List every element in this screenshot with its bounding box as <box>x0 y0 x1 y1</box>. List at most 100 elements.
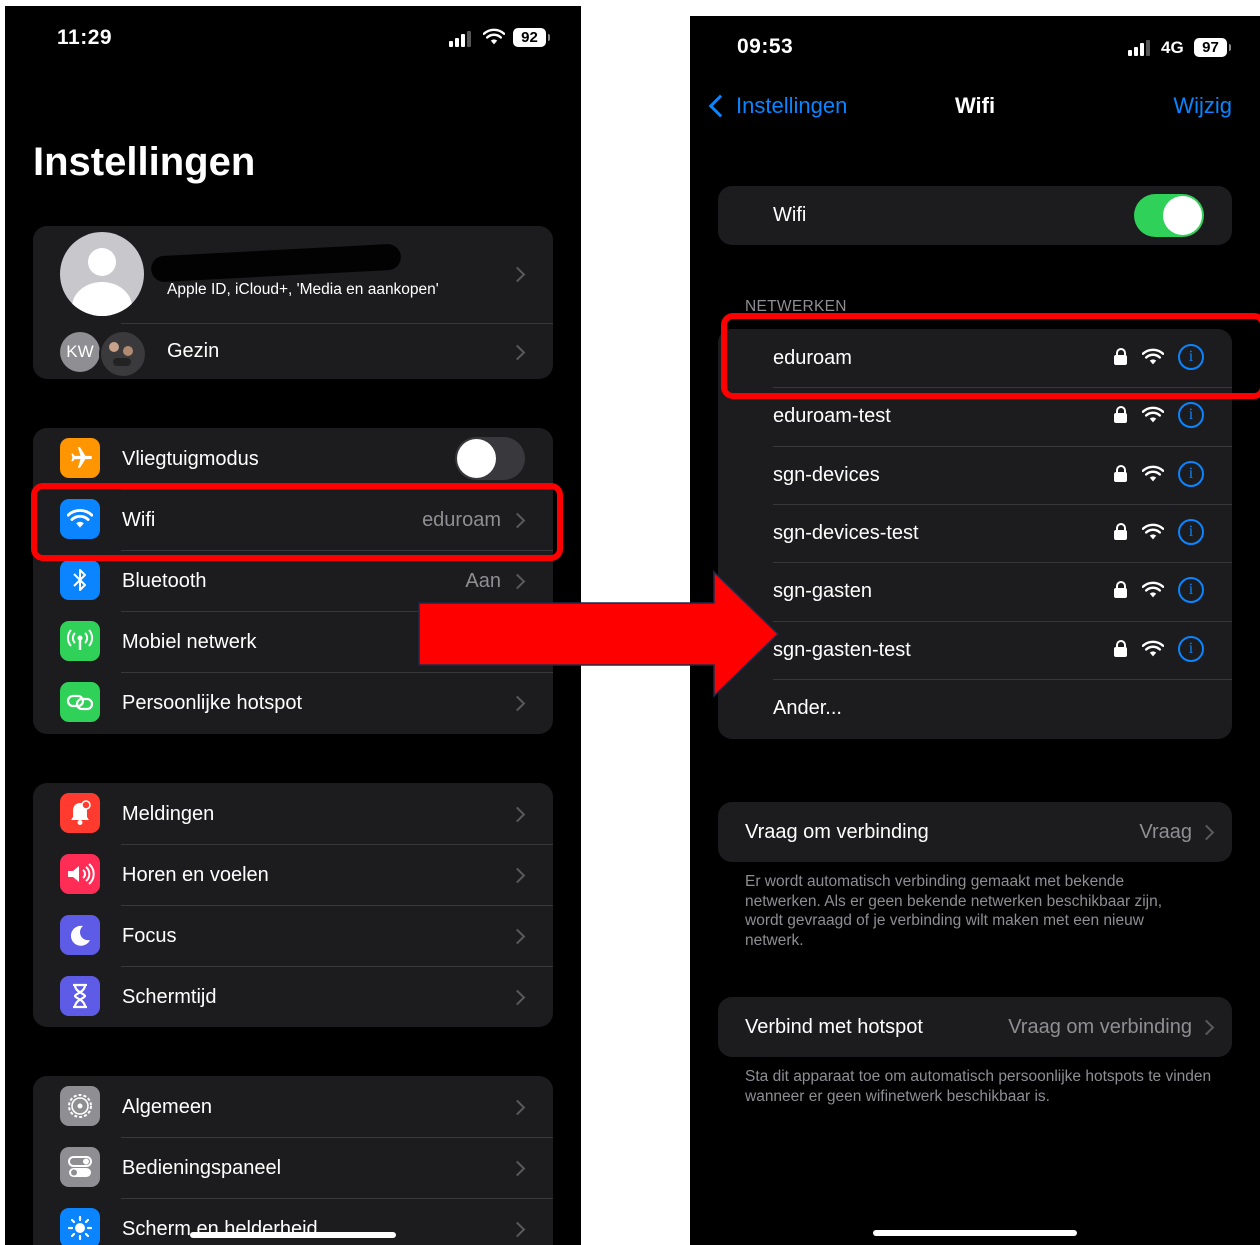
airplane-mode-toggle[interactable] <box>455 437 525 480</box>
family-row[interactable]: KW Gezin <box>33 323 553 379</box>
moon-icon <box>60 915 100 955</box>
page-title: Instellingen <box>33 140 256 184</box>
redacted-name <box>150 243 402 283</box>
general-label: Algemeen <box>122 1096 213 1118</box>
bluetooth-icon <box>60 560 100 600</box>
network-row[interactable]: sgn-devices-test i <box>718 504 1232 562</box>
notifications-group: Meldingen Horen en voelen Focus Schermti… <box>33 783 553 1027</box>
airplane-mode-row: Vliegtuigmodus <box>33 428 553 489</box>
lock-icon <box>1114 464 1127 482</box>
chevron-right-icon <box>509 806 526 823</box>
wifi-toggle[interactable] <box>1134 194 1204 237</box>
auto-hotspot-group[interactable]: Verbind met hotspot Vraag om verbinding <box>718 997 1232 1057</box>
apple-id-row[interactable]: Apple ID, iCloud+, 'Media en aankopen' <box>33 226 553 323</box>
general-group: Algemeen Bedieningspaneel Scherm en held… <box>33 1076 553 1245</box>
chevron-right-icon <box>509 266 526 283</box>
battery-indicator: 97 <box>1194 38 1231 57</box>
network-name: sgn-devices <box>773 463 880 486</box>
family-photo-avatar <box>99 330 147 378</box>
wifi-signal-icon <box>1142 640 1164 656</box>
info-icon[interactable]: i <box>1178 402 1204 429</box>
focus-row[interactable]: Focus <box>33 905 553 966</box>
wifi-signal-icon <box>1142 523 1164 540</box>
screen-time-label: Schermtijd <box>122 986 217 1008</box>
highlight-eduroam-row <box>721 313 1260 399</box>
screen-time-row[interactable]: Schermtijd <box>33 966 553 1027</box>
chevron-right-icon <box>509 1099 526 1116</box>
chevron-right-icon <box>1198 824 1215 841</box>
lock-icon <box>1114 522 1127 540</box>
ask-join-group[interactable]: Vraag om verbinding Vraag <box>718 802 1232 862</box>
network-name: sgn-gasten <box>773 580 872 603</box>
cellular-signal-icon <box>1128 40 1150 56</box>
ask-join-label: Vraag om verbinding <box>745 821 929 843</box>
chevron-right-icon <box>509 989 526 1006</box>
hourglass-icon <box>60 976 100 1016</box>
network-row[interactable]: sgn-devices i <box>718 446 1232 504</box>
airplane-mode-label: Vliegtuigmodus <box>122 448 259 470</box>
chevron-right-icon <box>509 928 526 945</box>
wifi-toggle-group: Wifi <box>718 186 1232 245</box>
account-group: Apple ID, iCloud+, 'Media en aankopen' K… <box>33 226 553 379</box>
antenna-icon <box>60 621 100 661</box>
control-center-label: Bedieningspaneel <box>122 1157 282 1179</box>
network-name: sgn-gasten-test <box>773 638 911 661</box>
wifi-signal-icon <box>1142 406 1164 423</box>
info-icon[interactable]: i <box>1178 518 1204 545</box>
notifications-row[interactable]: Meldingen <box>33 783 553 844</box>
network-row[interactable]: sgn-gasten i <box>718 562 1232 620</box>
sounds-label: Horen en voelen <box>122 864 269 886</box>
highlight-wifi-row <box>31 483 563 561</box>
arrow-right-icon <box>418 570 780 698</box>
hotspot-icon <box>60 682 100 722</box>
info-icon[interactable]: i <box>1178 577 1204 604</box>
notifications-label: Meldingen <box>122 803 215 825</box>
gear-icon <box>60 1086 100 1126</box>
family-avatar: KW <box>60 332 100 372</box>
other-network-label: Ander... <box>773 697 842 719</box>
chevron-right-icon <box>509 1160 526 1177</box>
wifi-status-icon <box>483 28 505 45</box>
control-center-row[interactable]: Bedieningspaneel <box>33 1137 553 1198</box>
network-type: 4G <box>1161 38 1184 57</box>
network-name: eduroam-test <box>773 405 891 428</box>
home-indicator <box>873 1230 1077 1236</box>
sun-icon <box>60 1208 100 1245</box>
general-row[interactable]: Algemeen <box>33 1076 553 1137</box>
ask-join-footer: Er wordt automatisch verbinding gemaakt … <box>745 873 1163 949</box>
wifi-toggle-label: Wifi <box>773 204 807 226</box>
info-icon[interactable]: i <box>1178 460 1204 487</box>
auto-hotspot-footer: Sta dit apparaat toe om automatisch pers… <box>745 1068 1212 1105</box>
network-row[interactable]: sgn-gasten-test i <box>718 621 1232 679</box>
ask-join-value: Vraag <box>1139 821 1192 843</box>
status-time: 11:29 <box>57 26 113 49</box>
chevron-right-icon <box>509 695 526 712</box>
avatar <box>60 232 144 316</box>
chevron-right-icon <box>1198 1019 1215 1036</box>
chevron-right-icon <box>509 1221 526 1238</box>
auto-hotspot-value: Vraag om verbinding <box>1008 1016 1192 1038</box>
lock-icon <box>1114 406 1127 424</box>
other-network-row[interactable]: Ander... <box>718 679 1232 739</box>
lock-icon <box>1114 581 1127 599</box>
bluetooth-label: Bluetooth <box>122 570 207 592</box>
auto-hotspot-label: Verbind met hotspot <box>745 1016 923 1038</box>
edit-button[interactable]: Wijzig <box>1173 93 1232 119</box>
battery-indicator: 92 <box>513 28 550 47</box>
toggles-icon <box>60 1147 100 1187</box>
chevron-right-icon <box>509 867 526 884</box>
speaker-icon <box>60 854 100 894</box>
chevron-right-icon <box>509 344 526 361</box>
home-indicator <box>190 1232 396 1238</box>
account-subtitle: Apple ID, iCloud+, 'Media en aankopen' <box>167 281 439 298</box>
info-icon[interactable]: i <box>1178 635 1204 662</box>
cellular-signal-icon <box>449 31 471 47</box>
bell-icon <box>60 793 100 833</box>
focus-label: Focus <box>122 925 177 947</box>
lock-icon <box>1114 639 1127 657</box>
status-time: 09:53 <box>737 35 794 58</box>
wifi-signal-icon <box>1142 581 1164 598</box>
wifi-signal-icon <box>1142 465 1164 481</box>
airplane-icon <box>60 438 100 478</box>
sounds-row[interactable]: Horen en voelen <box>33 844 553 905</box>
